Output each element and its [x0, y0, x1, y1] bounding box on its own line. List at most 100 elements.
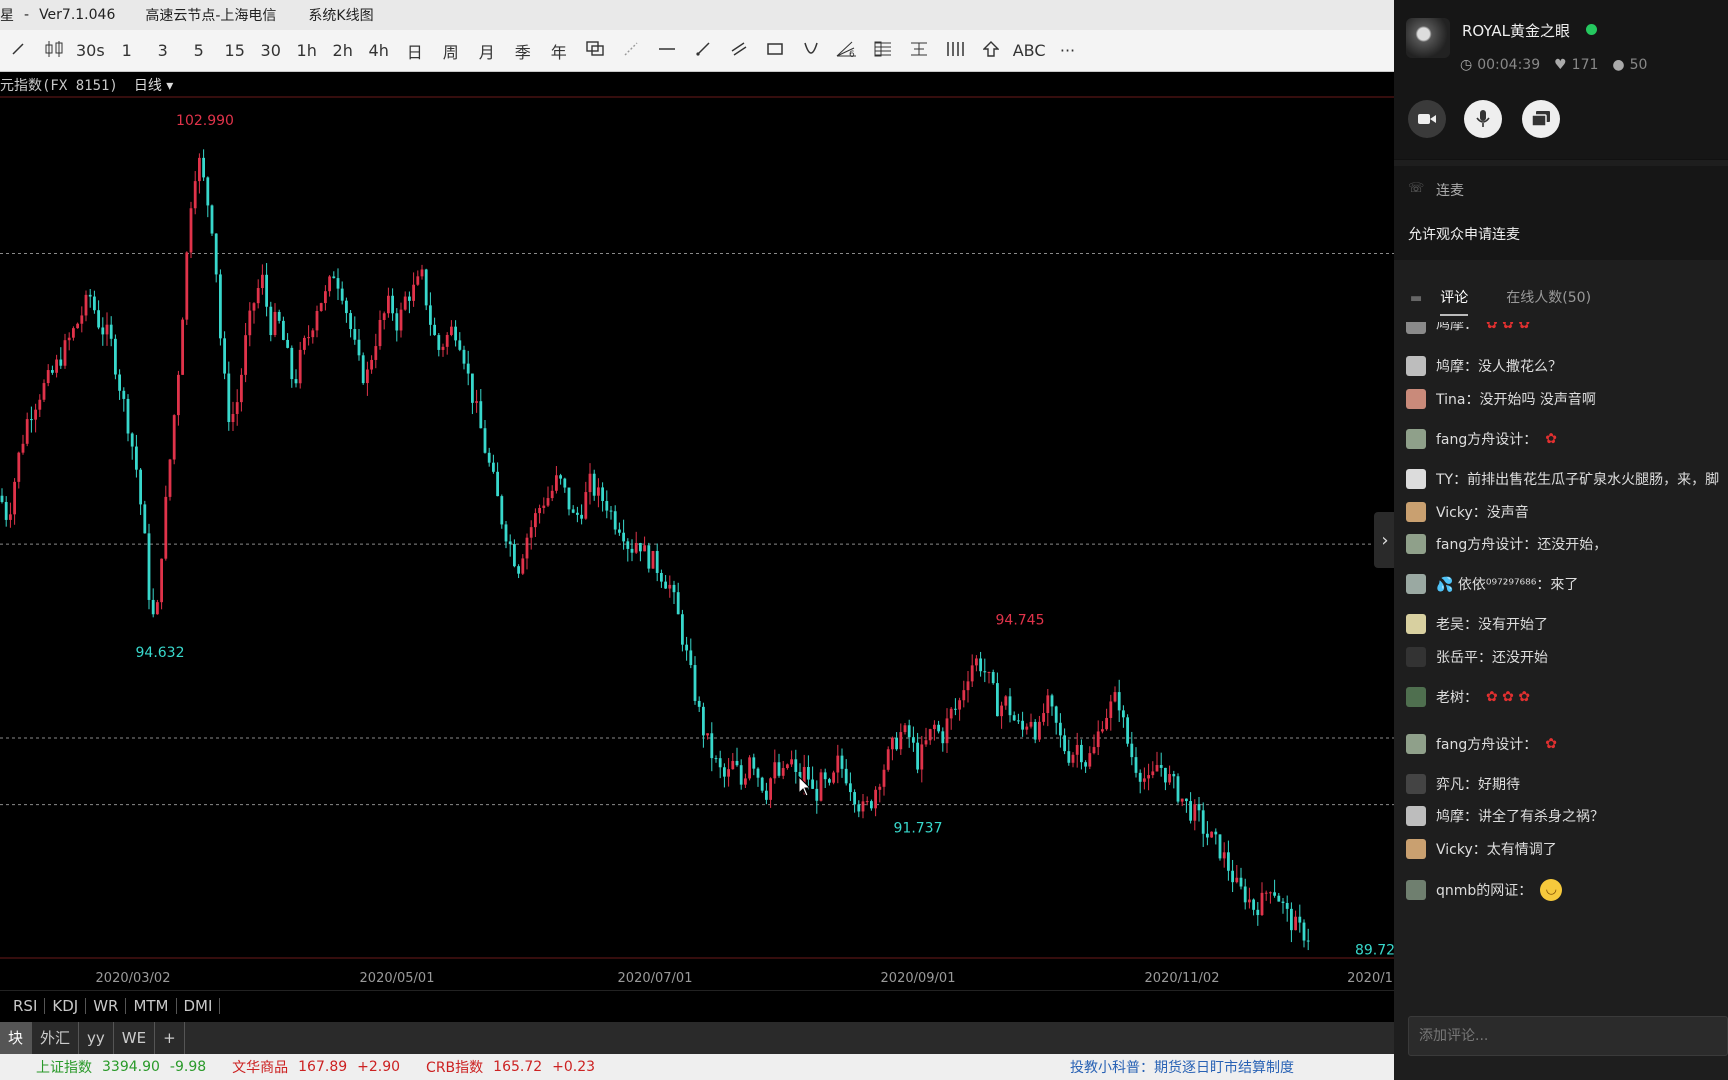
commenter-avatar[interactable]: [1406, 502, 1426, 522]
period-4h-button[interactable]: 4h: [361, 36, 397, 66]
commenter-avatar[interactable]: [1406, 647, 1426, 667]
add-tab-button[interactable]: +: [155, 1022, 185, 1054]
commenter-avatar[interactable]: [1406, 880, 1426, 900]
split-tool-button[interactable]: [36, 36, 72, 66]
candlestick-chart[interactable]: 102.990 94.632 94.745 91.737 89.72 2020/03/02…: [0, 96, 1394, 988]
commenter-avatar[interactable]: [1406, 429, 1426, 449]
chevron-right-icon: ›: [1381, 529, 1389, 551]
period-month-button[interactable]: 月: [469, 36, 505, 66]
chart-svg[interactable]: 102.990 94.632 94.745 91.737 89.72 2020/03/02…: [0, 96, 1394, 988]
candle-body: [697, 700, 701, 707]
indicator-tab-rsi[interactable]: RSI: [6, 997, 46, 1014]
comment-item: 鸠摩：讲全了有杀身之祸？: [1406, 806, 1728, 826]
microphone-button[interactable]: [1464, 100, 1502, 138]
period-30-button[interactable]: 30: [253, 36, 289, 66]
period-1h-button[interactable]: 1h: [289, 36, 325, 66]
candle-body: [651, 551, 655, 569]
period-year-button[interactable]: 年: [541, 36, 577, 66]
candle-body: [895, 737, 898, 750]
market-tab[interactable]: 外汇: [32, 1022, 80, 1054]
cursor-tool-button[interactable]: [0, 36, 36, 66]
overlay-tool-button[interactable]: [577, 36, 613, 66]
candle-body: [9, 514, 12, 520]
camera-button[interactable]: [1408, 100, 1446, 138]
market-tab[interactable]: WE: [114, 1022, 156, 1054]
up-arrow-icon: [982, 40, 1000, 61]
indicator-tab-kdj[interactable]: KDJ: [45, 997, 87, 1014]
period-1-button[interactable]: 1: [109, 36, 145, 66]
tab-comments[interactable]: 评论: [1440, 280, 1469, 316]
arrow-tool-button[interactable]: [973, 36, 1009, 66]
candle-body: [290, 347, 294, 380]
candle-body: [172, 415, 176, 460]
period-30s-button[interactable]: 30s: [72, 36, 109, 66]
candle-body: [1109, 701, 1113, 718]
comment-item: Vicky：太有情调了: [1406, 839, 1728, 859]
period-day-button[interactable]: 日: [397, 36, 433, 66]
text-tool-button[interactable]: ABC: [1009, 36, 1050, 66]
commenter-avatar[interactable]: [1406, 839, 1426, 859]
commenter-avatar[interactable]: [1406, 734, 1426, 754]
commenter-avatar[interactable]: [1406, 687, 1426, 707]
candle-body: [307, 337, 310, 339]
indicator-tab-dmi[interactable]: DMI: [177, 997, 221, 1014]
period-week-label: 周: [442, 42, 459, 62]
commenter-avatar[interactable]: [1406, 774, 1426, 794]
host-avatar[interactable]: [1406, 18, 1450, 58]
commenter-avatar[interactable]: [1406, 389, 1426, 409]
candle-body: [752, 757, 756, 769]
candle-body: [1193, 804, 1197, 821]
candle-body: [681, 614, 684, 645]
candle-body: [643, 545, 646, 552]
commenter-avatar[interactable]: [1406, 806, 1426, 826]
fib-retrace-tool-button[interactable]: [865, 36, 901, 66]
candle-body: [298, 349, 302, 384]
screen-share-button[interactable]: [1522, 100, 1560, 138]
candle-body: [17, 452, 21, 482]
candle-body: [357, 339, 361, 356]
period-2h-button[interactable]: 2h: [325, 36, 361, 66]
price-annotation: 94.745: [996, 612, 1045, 628]
cycle-tool-button[interactable]: [937, 36, 973, 66]
indicator-tab-mtm[interactable]: MTM: [126, 997, 177, 1014]
commenter-avatar[interactable]: [1406, 534, 1426, 554]
rect-tool-button[interactable]: [757, 36, 793, 66]
market-tab[interactable]: 块: [0, 1022, 33, 1054]
comment-input[interactable]: [1408, 1016, 1728, 1056]
period-3-button[interactable]: 3: [145, 36, 181, 66]
period-season-button[interactable]: 季: [505, 36, 541, 66]
allow-lianmai-toggle[interactable]: 允许观众申请连麦: [1408, 224, 1520, 244]
candle-body: [1302, 922, 1306, 941]
ray-tool-button[interactable]: [685, 36, 721, 66]
market-tab[interactable]: yy: [79, 1022, 114, 1054]
hline-tool-button[interactable]: [649, 36, 685, 66]
commenter-avatar[interactable]: [1406, 469, 1426, 489]
notice-ticker[interactable]: 投教小科普：期货逐日盯市结算制度: [1070, 1057, 1294, 1077]
arc-tool-button[interactable]: [793, 36, 829, 66]
indicator-tab-wr[interactable]: WR: [86, 997, 127, 1014]
viewers-value: 50: [1629, 57, 1648, 73]
channel-tool-button[interactable]: [721, 36, 757, 66]
collapse-panel-button[interactable]: ›: [1374, 512, 1396, 568]
text-tool-label: ABC: [1012, 41, 1046, 60]
gann-tool-button[interactable]: [901, 36, 937, 66]
candle-body: [1004, 696, 1008, 706]
more-tool-button[interactable]: ···: [1050, 36, 1086, 66]
candle-body: [794, 759, 798, 772]
candle-body: [1096, 731, 1100, 748]
screen: 星 - Ver7.1.046 高速云节点-上海电信 系统K线图 30s 1 3 5 15…: [0, 0, 1728, 1080]
fib-tool-button[interactable]: 6: [829, 36, 865, 66]
period-15-button[interactable]: 15: [217, 36, 253, 66]
segment-tool-button[interactable]: [613, 36, 649, 66]
commenter-avatar[interactable]: [1406, 614, 1426, 634]
period-5-button[interactable]: 5: [181, 36, 217, 66]
commenter-avatar[interactable]: [1406, 322, 1426, 334]
period-week-button[interactable]: 周: [433, 36, 469, 66]
candle-body: [1084, 762, 1087, 767]
period-dropdown[interactable]: 日线 ▾: [134, 75, 173, 95]
chart-header: 元指数(FX 8151) 日线 ▾: [0, 72, 1394, 98]
commenter-avatar[interactable]: [1406, 574, 1426, 594]
comment-list[interactable]: 鸠摩： ✿ ✿ ✿ 鸠摩：没人撒花么？ Tina：没开始吗 没声音啊 fang方舟设计：…: [1394, 322, 1728, 972]
tab-online-users[interactable]: 在线人数(50): [1506, 280, 1591, 316]
commenter-avatar[interactable]: [1406, 356, 1426, 376]
